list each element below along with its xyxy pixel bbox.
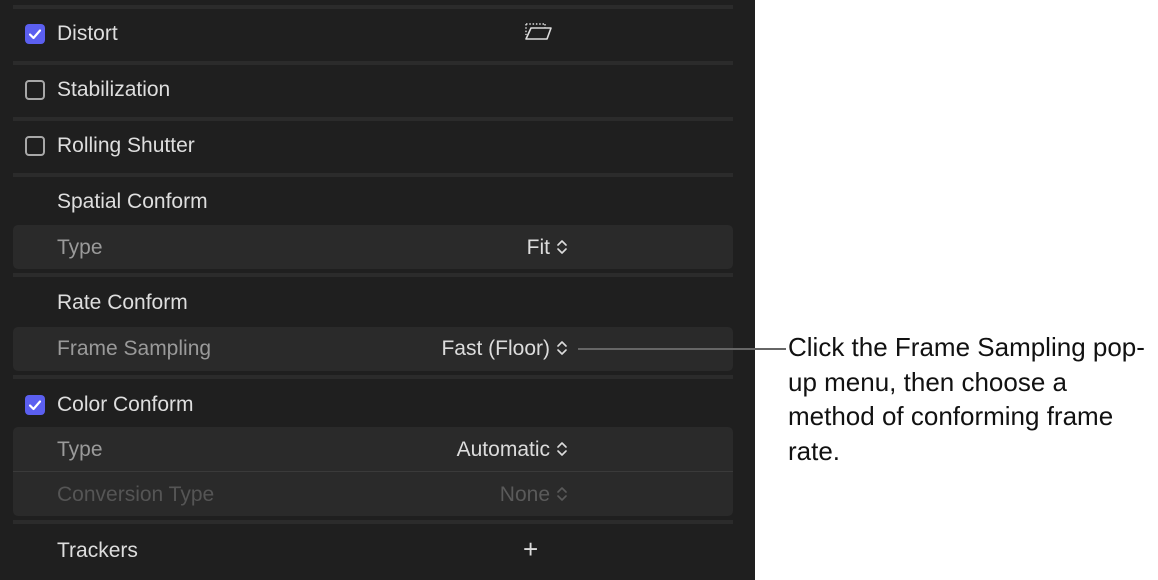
frame-sampling-label: Frame Sampling — [57, 337, 212, 360]
trackers-row: Trackers + — [13, 524, 733, 580]
stabilization-label: Stabilization — [57, 78, 171, 101]
distort-checkbox[interactable] — [25, 24, 45, 44]
chevron-updown-icon — [557, 240, 567, 254]
checkmark-icon — [28, 400, 42, 411]
color-type-popup[interactable]: Automatic — [457, 438, 550, 462]
spatial-conform-label: Spatial Conform — [57, 190, 208, 213]
rate-conform-row: Rate Conform — [13, 277, 733, 325]
rolling-shutter-label: Rolling Shutter — [57, 134, 195, 157]
checkmark-icon — [28, 29, 42, 40]
inspector-panel: Distort Stabilization Rolling Shutter Sp… — [0, 0, 755, 580]
callout-text: Click the Frame Sampling pop-up menu, th… — [788, 332, 1145, 466]
rolling-shutter-checkbox[interactable] — [25, 136, 45, 156]
conversion-type-row: Conversion Type None — [13, 472, 733, 516]
type-label: Type — [57, 438, 103, 461]
chevron-updown-icon — [557, 442, 567, 456]
spatial-conform-type-row: Type Fit — [13, 225, 733, 269]
conversion-type-label: Conversion Type — [57, 483, 215, 506]
color-conform-label: Color Conform — [57, 393, 194, 416]
chevron-updown-icon — [557, 341, 567, 355]
stabilization-checkbox[interactable] — [25, 80, 45, 100]
stabilization-row: Stabilization — [13, 65, 733, 117]
distort-label: Distort — [57, 22, 118, 45]
frame-sampling-popup[interactable]: Fast (Floor) — [441, 337, 550, 361]
rate-conform-label: Rate Conform — [57, 291, 188, 314]
spatial-type-popup[interactable]: Fit — [527, 236, 550, 260]
rolling-shutter-row: Rolling Shutter — [13, 121, 733, 173]
callout-line — [578, 348, 786, 350]
trackers-label: Trackers — [57, 539, 138, 562]
spatial-conform-row: Spatial Conform — [13, 177, 733, 225]
distort-row: Distort — [13, 9, 733, 61]
color-conform-row: Color Conform — [13, 379, 733, 427]
color-conform-checkbox[interactable] — [25, 395, 45, 415]
color-conform-type-row: Type Automatic — [13, 427, 733, 471]
add-tracker-button[interactable]: + — [523, 534, 538, 565]
conversion-type-popup: None — [499, 483, 550, 506]
chevron-updown-icon — [557, 487, 567, 501]
distort-icon[interactable] — [523, 21, 553, 43]
type-label: Type — [57, 236, 103, 259]
